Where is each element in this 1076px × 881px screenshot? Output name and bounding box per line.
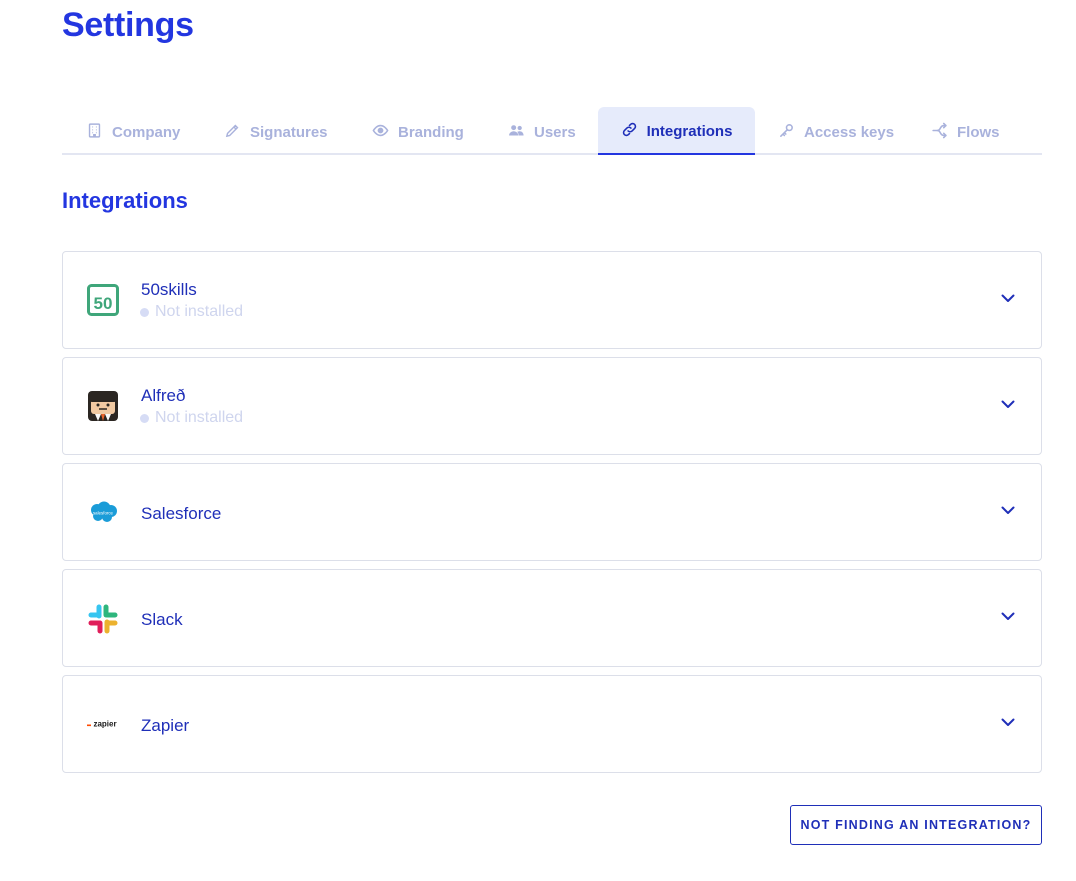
chevron-down-icon[interactable] <box>999 607 1017 625</box>
integration-card-50skills[interactable]: 50 50skills Not installed <box>62 251 1042 349</box>
alfred-logo <box>87 390 119 422</box>
tab-label: Users <box>534 123 576 141</box>
integration-name: Salesforce <box>141 504 222 523</box>
settings-page: Settings Company Signatures Branding Use… <box>0 0 1076 881</box>
install-status: Not installed <box>140 409 243 427</box>
status-dot <box>140 307 149 317</box>
key-icon <box>778 122 795 143</box>
integration-name: Slack <box>141 610 183 629</box>
settings-tabs: Company Signatures Branding Users Integr… <box>62 107 1042 155</box>
tab-label: Integrations <box>646 122 733 140</box>
chevron-down-icon[interactable] <box>999 713 1017 731</box>
tab-label: Branding <box>398 123 464 141</box>
tab-branding[interactable]: Branding <box>372 107 464 155</box>
page-title: Settings <box>62 6 194 44</box>
tab-label: Access keys <box>804 123 895 141</box>
chevron-down-icon[interactable] <box>999 501 1017 519</box>
50skills-logo: 50 <box>87 284 119 316</box>
building-icon <box>86 122 103 143</box>
eye-icon <box>372 122 389 143</box>
zapier-logo-text: zapier <box>93 720 116 729</box>
integration-card-alfred[interactable]: Alfreð Not installed <box>62 357 1042 455</box>
tab-access-keys[interactable]: Access keys <box>778 107 894 155</box>
pencil-icon <box>224 122 241 143</box>
tab-company[interactable]: Company <box>86 107 180 155</box>
integration-name: 50skills <box>141 280 197 299</box>
svg-text:50: 50 <box>94 294 113 313</box>
flows-icon <box>931 122 948 143</box>
status-dot <box>140 413 149 423</box>
install-status: Not installed <box>140 303 243 321</box>
not-finding-integration-button[interactable]: NOT FINDING AN INTEGRATION? <box>790 805 1042 845</box>
tab-integrations[interactable]: Integrations <box>598 107 755 155</box>
status-label: Not installed <box>155 409 244 426</box>
tab-label: Flows <box>957 123 1000 141</box>
tab-label: Company <box>112 123 181 141</box>
section-title: Integrations <box>62 188 188 213</box>
chevron-down-icon[interactable] <box>999 395 1017 413</box>
users-icon <box>508 122 525 143</box>
tab-label: Signatures <box>250 123 328 141</box>
tab-users[interactable]: Users <box>508 107 576 155</box>
integration-name: Alfreð <box>141 386 186 405</box>
link-icon <box>621 121 638 142</box>
integration-name: Zapier <box>141 716 190 735</box>
integration-card-salesforce[interactable]: salesforce Salesforce <box>62 463 1042 561</box>
status-label: Not installed <box>155 303 244 320</box>
integration-card-slack[interactable]: Slack <box>62 569 1042 667</box>
salesforce-logo-text: salesforce <box>93 511 114 516</box>
tab-flows[interactable]: Flows <box>931 107 1000 155</box>
zapier-logo: zapier <box>87 709 119 741</box>
integration-card-zapier[interactable]: zapier Zapier <box>62 675 1042 773</box>
chevron-down-icon[interactable] <box>999 289 1017 307</box>
salesforce-logo: salesforce <box>87 497 119 529</box>
slack-logo <box>87 603 119 635</box>
tab-signatures[interactable]: Signatures <box>224 107 328 155</box>
